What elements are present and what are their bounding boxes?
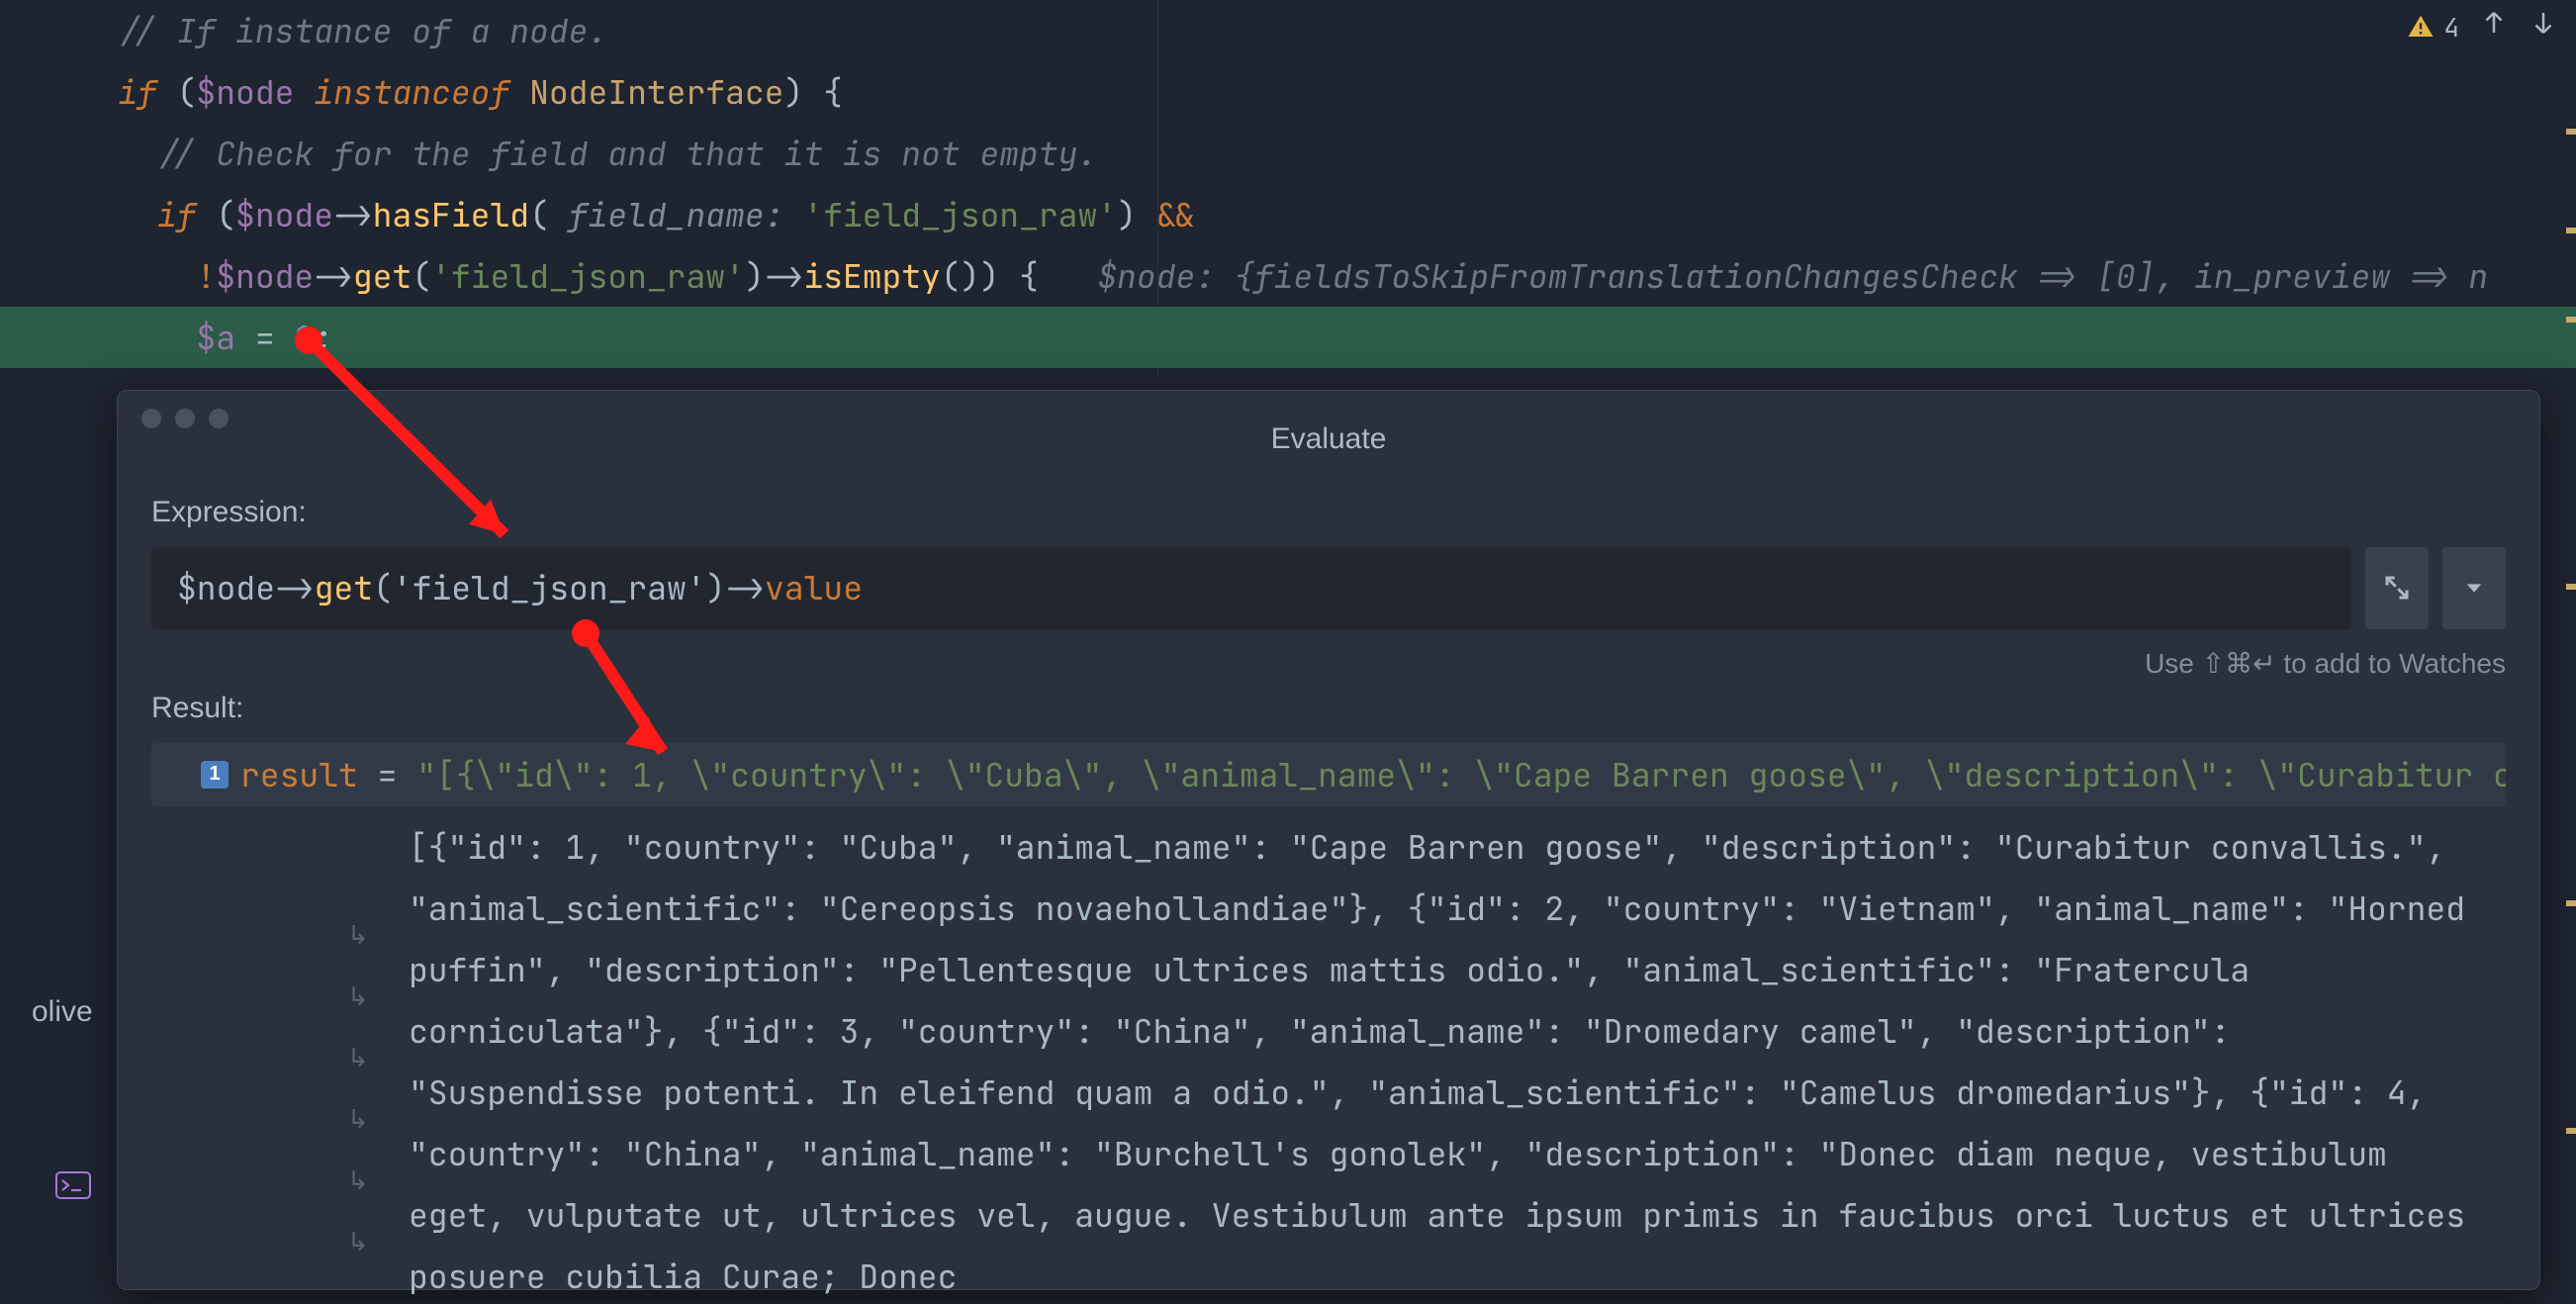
minimap-markers[interactable]	[2564, 69, 2576, 1304]
truncated-tab-label: olive	[32, 995, 93, 1029]
method-call: hasField	[373, 193, 529, 236]
terminal-icon[interactable]	[55, 1171, 91, 1199]
variable: $node	[235, 193, 333, 236]
code-line: // Check for the field and that it is no…	[0, 123, 2576, 184]
expand-button[interactable]	[2365, 547, 2429, 629]
comment: // If instance of a node.	[40, 9, 607, 52]
method-call: get	[353, 254, 412, 298]
keyword-if: if	[118, 70, 157, 114]
warning-count: 4	[2443, 10, 2459, 45]
keyword-if: if	[157, 193, 197, 236]
type-name: NodeInterface	[529, 70, 783, 114]
wrap-indicator-icon: ↳	[347, 917, 369, 952]
inline-variable-hint: $node: {fieldsToSkipFromTranslationChang…	[1039, 254, 2488, 298]
logical-and: &&	[1137, 193, 1195, 236]
variable: $node	[196, 70, 294, 114]
code-line: // If instance of a node.	[0, 0, 2576, 61]
result-label: Result:	[151, 692, 2506, 725]
result-badge-icon: 1	[201, 761, 229, 789]
wrap-indicator-icon: ↳	[347, 1163, 369, 1197]
result-expanded-text[interactable]: [{"id": 1, "country": "Cuba", "animal_na…	[151, 806, 2506, 1304]
code-line: if ($node->hasField( field_name: 'field_…	[0, 184, 2576, 245]
window-traffic-lights[interactable]	[141, 409, 229, 428]
popup-title: Evaluate	[151, 422, 2506, 456]
expression-input[interactable]: $node->get('field_json_raw')->value	[151, 547, 2351, 629]
traffic-dot[interactable]	[175, 409, 195, 428]
parameter-hint: field_name:	[549, 193, 803, 236]
result-keyword: result	[240, 753, 358, 796]
wrap-indicator-icon: ↳	[347, 978, 369, 1013]
result-row[interactable]: 1 result = "[{\"id\": 1, \"country\": \"…	[151, 743, 2506, 806]
logical-not: !	[196, 254, 216, 298]
string-literal: 'field_json_raw'	[803, 193, 1117, 236]
warnings-indicator[interactable]: 4	[2406, 10, 2459, 45]
comment: // Check for the field and that it is no…	[40, 132, 1097, 175]
warning-icon	[2406, 12, 2436, 42]
wrap-indicator-icon: ↳	[347, 1101, 369, 1136]
method-call: isEmpty	[803, 254, 941, 298]
wrap-indicator-icon: ↳	[347, 1224, 369, 1258]
prev-highlight-button[interactable]	[2479, 8, 2509, 46]
expression-label: Expression:	[151, 496, 2506, 529]
next-highlight-button[interactable]	[2529, 8, 2558, 46]
number-literal: 1	[294, 316, 314, 359]
expand-icon	[2382, 573, 2412, 603]
inspection-widget[interactable]: 4	[2406, 8, 2558, 46]
string-literal: 'field_json_raw'	[431, 254, 745, 298]
code-editor[interactable]: // If instance of a node. if ($node inst…	[0, 0, 2576, 368]
shortcut-hint: Use ⇧⌘↵ to add to Watches	[151, 647, 2506, 680]
wrap-indicator-icon: ↳	[347, 1040, 369, 1074]
history-dropdown[interactable]	[2442, 547, 2506, 629]
traffic-dot[interactable]	[209, 409, 229, 428]
breakpoint-line[interactable]: $a = 1;	[0, 307, 2576, 368]
variable: $node	[216, 254, 314, 298]
evaluate-expression-popup[interactable]: Evaluate Expression: $node->get('field_j…	[117, 390, 2540, 1290]
chevron-down-icon	[2463, 577, 2485, 599]
variable: $a	[196, 316, 235, 359]
code-line: !$node->get('field_json_raw')->isEmpty()…	[0, 245, 2576, 307]
code-line: if ($node instanceof NodeInterface) {	[0, 61, 2576, 123]
result-preview: "[{\"id\": 1, \"country\": \"Cuba\", \"a…	[416, 753, 2506, 796]
keyword-instanceof: instanceof	[314, 70, 509, 114]
traffic-dot[interactable]	[141, 409, 161, 428]
